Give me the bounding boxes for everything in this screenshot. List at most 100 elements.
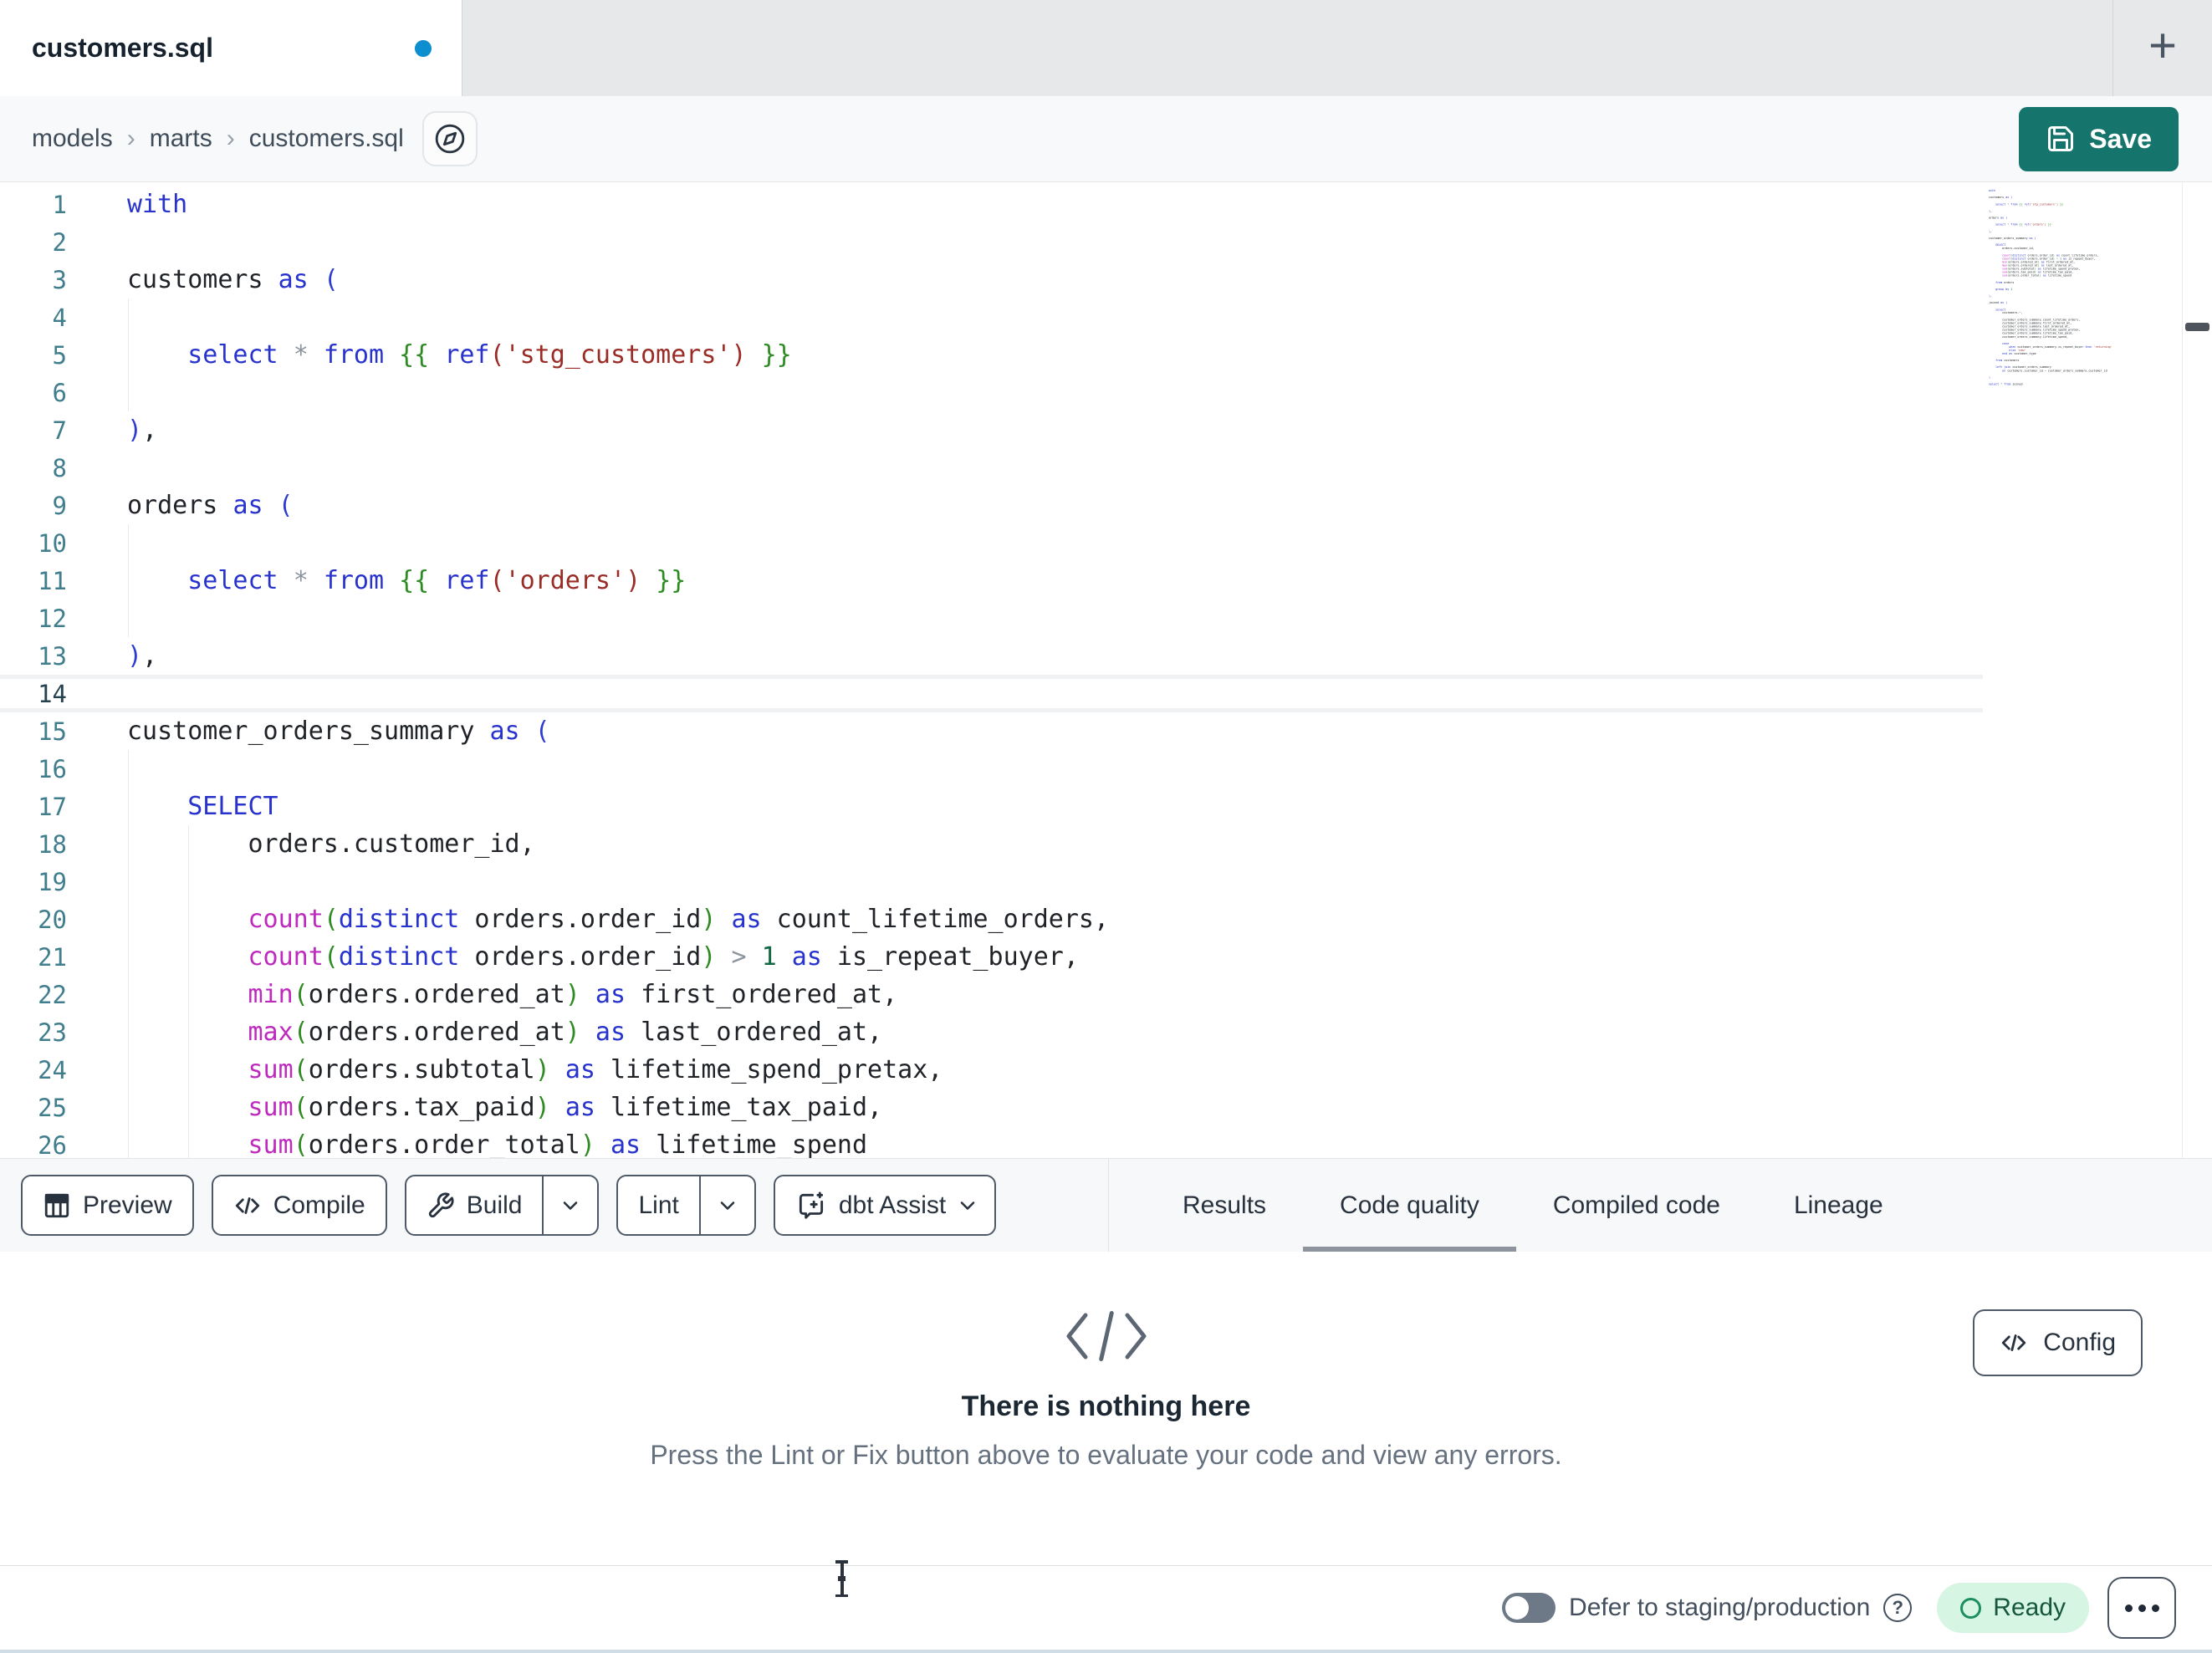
code-line-17[interactable]: 17 SELECT [0,788,1983,825]
save-icon [2048,126,2074,151]
preview-button[interactable]: Preview [21,1175,194,1236]
line-number: 2 [52,227,67,257]
defer-toggle[interactable] [1502,1593,1556,1623]
breadcrumb-separator: › [126,125,135,152]
dbt-assist-button[interactable]: dbt Assist [773,1175,997,1236]
build-button[interactable]: Build [404,1175,600,1236]
code-line-2[interactable]: 2 [0,223,1983,261]
dbt-assist-dropdown[interactable] [953,1176,994,1234]
lint-label: Lint [638,1191,679,1219]
line-number: 16 [38,754,67,783]
lint-dropdown[interactable] [698,1176,754,1234]
lint-button[interactable]: Lint [616,1175,756,1236]
status-bar: Defer to staging/production ? Ready [0,1565,2212,1653]
editor-tab-bar: customers.sql + [0,0,2212,96]
config-label: Config [2043,1329,2116,1356]
code-line-1[interactable]: 1 with [0,186,1983,223]
code-line-18[interactable]: 18 orders.customer_id, [0,825,1983,863]
code-editor[interactable]: 1 with 2 3 customers as (4 5 select * from {{… [0,182,2212,1158]
minimap[interactable]: with customers as ( select * from {{ ref(… [1989,189,2183,824]
line-number: 7 [52,416,67,445]
line-number: 1 [52,190,67,219]
panel-tab-code-quality[interactable]: Code quality [1303,1159,1516,1252]
action-toolbar: Preview Compile Build Lint dbt Assist Re… [0,1158,2212,1252]
empty-state-title: There is nothing here [961,1390,1251,1422]
config-button[interactable]: Config [1973,1309,2143,1376]
status-badge[interactable]: Ready [1937,1583,2089,1633]
more-options-button[interactable] [2107,1577,2176,1639]
code-line-16[interactable]: 16 [0,750,1983,788]
code-line-26[interactable]: 26 sum(orders.order_total) as lifetime_s… [0,1126,1983,1158]
compass-icon [435,124,465,154]
help-icon[interactable]: ? [1883,1594,1913,1622]
build-label: Build [466,1191,523,1219]
code-line-11[interactable]: 11 select * from {{ ref('orders') }} [0,562,1983,599]
line-number: 15 [38,717,67,746]
code-quality-panel: There is nothing here Press the Lint or … [0,1252,2212,1565]
save-label: Save [2089,123,2152,154]
code-line-20[interactable]: 20 count(distinct orders.order_id) as co… [0,900,1983,938]
panel-tab-label: Lineage [1793,1191,1883,1219]
toolbar-buttons: Preview Compile Build Lint dbt Assist [0,1175,997,1236]
code-line-5[interactable]: 5 select * from {{ ref('stg_customers') … [0,336,1983,374]
code-line-10[interactable]: 10 [0,524,1983,562]
compass-button[interactable] [421,111,478,166]
breadcrumb-item-marts[interactable]: marts [150,125,212,153]
chevron-down-icon [960,1201,975,1210]
compile-button[interactable]: Compile [211,1175,387,1236]
code-empty-icon [1066,1311,1146,1361]
code-line-15[interactable]: 15 customer_orders_summary as ( [0,712,1983,750]
line-number: 23 [38,1018,67,1047]
code-line-3[interactable]: 3 customers as ( [0,261,1983,298]
code-line-12[interactable]: 12 [0,599,1983,637]
line-number: 3 [52,265,67,294]
code-line-25[interactable]: 25 sum(orders.tax_paid) as lifetime_tax_… [0,1089,1983,1126]
code-line-19[interactable]: 19 [0,863,1983,900]
tab-customers-sql[interactable]: customers.sql [0,0,462,96]
line-number: 24 [38,1055,67,1084]
compile-icon [235,1196,259,1214]
new-tab-button[interactable]: + [2112,0,2212,96]
code-line-14[interactable]: 14 [0,675,1983,712]
save-button[interactable]: Save [2019,106,2179,171]
line-number: 18 [38,829,67,859]
code-line-8[interactable]: 8 [0,449,1983,487]
code-line-4[interactable]: 4 [0,298,1983,336]
breadcrumb-bar: models › marts › customers.sql Save [0,96,2212,182]
line-number: 21 [38,942,67,972]
line-number: 12 [38,604,67,633]
code-line-21[interactable]: 21 count(distinct orders.order_id) > 1 a… [0,938,1983,976]
line-number: 6 [52,378,67,407]
line-number: 5 [52,340,67,370]
line-number: 25 [38,1093,67,1122]
preview-icon [44,1193,69,1217]
code-line-23[interactable]: 23 max(orders.ordered_at) as last_ordere… [0,1013,1983,1051]
code-line-7[interactable]: 7), [0,411,1983,449]
scrollbar-track [2182,182,2183,1158]
dbt-assist-label: dbt Assist [838,1191,947,1219]
line-number: 17 [38,792,67,821]
plus-icon: + [2148,18,2177,73]
line-number: 22 [38,980,67,1009]
line-number: 11 [38,566,67,595]
line-number: 19 [38,867,67,896]
panel-tab-lineage[interactable]: Lineage [1757,1159,1920,1252]
scrollbar-marker[interactable] [2185,323,2209,331]
ready-label: Ready [1993,1594,2066,1621]
code-line-9[interactable]: 9 orders as ( [0,487,1983,524]
build-dropdown[interactable] [542,1176,597,1234]
breadcrumb-item-models[interactable]: models [32,125,113,153]
code-line-22[interactable]: 22 min(orders.ordered_at) as first_order… [0,976,1983,1013]
code-line-24[interactable]: 24 sum(orders.subtotal) as lifetime_spen… [0,1051,1983,1089]
code-line-13[interactable]: 13), [0,637,1983,675]
compile-label: Compile [273,1191,365,1219]
breadcrumb: models › marts › customers.sql [32,125,404,153]
toggle-knob [1505,1596,1530,1620]
breadcrumb-item-customers-sql[interactable]: customers.sql [249,125,404,153]
code-line-6[interactable]: 6 [0,374,1983,411]
panel-tab-compiled-code[interactable]: Compiled code [1516,1159,1757,1252]
panel-tab-results[interactable]: Results [1146,1159,1303,1252]
panel-tab-label: Code quality [1340,1191,1479,1219]
line-number: 13 [38,641,67,671]
panel-tab-label: Results [1183,1191,1267,1219]
